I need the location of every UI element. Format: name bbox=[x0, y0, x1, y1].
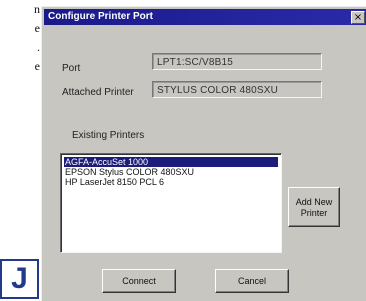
dialog-title: Configure Printer Port bbox=[48, 11, 154, 22]
add-new-printer-label-line1: Add New bbox=[295, 197, 333, 207]
document-text-line: e bbox=[34, 59, 40, 73]
document-margin-text: n e . e bbox=[0, 0, 40, 76]
list-item[interactable]: HP LaserJet 8150 PCL 6 bbox=[64, 177, 278, 187]
list-item[interactable]: AGFA-AccuSet 1000 bbox=[64, 157, 278, 167]
configure-printer-port-dialog: Configure Printer Port × Port LPT1:SC/V8… bbox=[41, 6, 366, 301]
dialog-titlebar[interactable]: Configure Printer Port × bbox=[44, 9, 366, 25]
list-item[interactable]: EPSON Stylus COLOR 480SXU bbox=[64, 167, 278, 177]
close-button[interactable]: × bbox=[351, 11, 365, 24]
step-letter-badge: J bbox=[0, 259, 39, 299]
document-text-line: n bbox=[34, 2, 40, 16]
attached-printer-field: STYLUS COLOR 480SXU bbox=[152, 81, 322, 98]
connect-button-label: Connect bbox=[122, 276, 156, 286]
existing-printers-list[interactable]: AGFA-AccuSet 1000 EPSON Stylus COLOR 480… bbox=[60, 153, 282, 253]
add-new-printer-label-line2: Printer bbox=[300, 208, 328, 218]
port-field: LPT1:SC/V8B15 bbox=[152, 53, 322, 70]
document-text-line: e bbox=[34, 21, 40, 35]
connect-button[interactable]: Connect bbox=[102, 269, 176, 293]
port-label: Port bbox=[62, 63, 81, 74]
document-text-line: . bbox=[37, 40, 40, 54]
existing-printers-label: Existing Printers bbox=[72, 130, 145, 141]
attached-printer-label: Attached Printer bbox=[62, 87, 134, 98]
cancel-button[interactable]: Cancel bbox=[215, 269, 289, 293]
cancel-button-label: Cancel bbox=[237, 276, 266, 286]
add-new-printer-button[interactable]: Add New Printer bbox=[288, 187, 340, 227]
